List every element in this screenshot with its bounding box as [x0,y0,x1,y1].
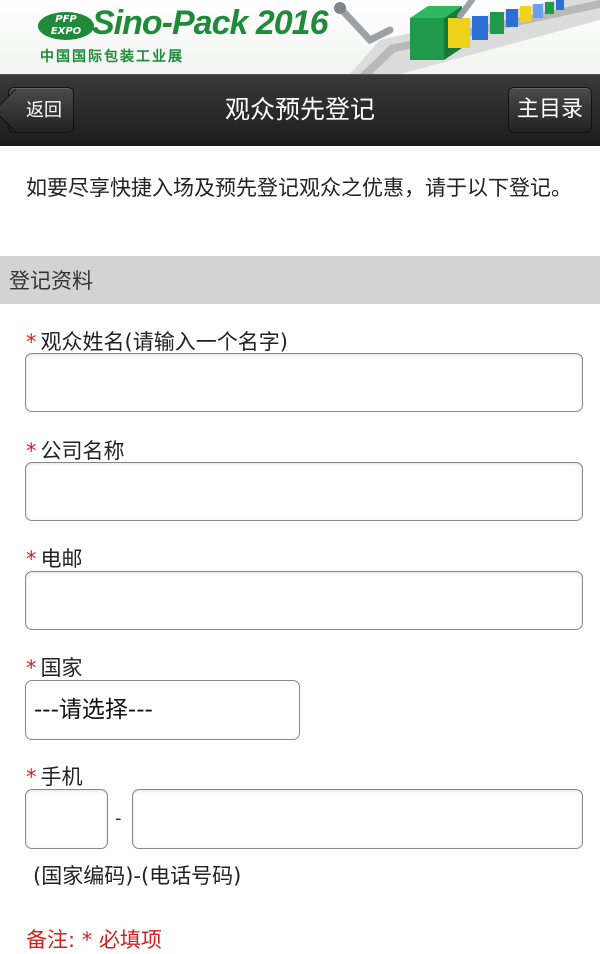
company-label: * 公司名称 [26,435,125,465]
country-select[interactable]: ---请选择--- [25,680,300,740]
packaging-machine-illustration [334,0,600,74]
mobile-label-text: 手机 [40,765,83,789]
company-input[interactable] [25,462,583,521]
required-marker: * [26,330,37,354]
name-label: * 观众姓名(请输入一个名字) [26,326,288,356]
mobile-label: * 手机 [26,761,83,791]
country-code-input[interactable] [25,789,108,849]
exhibition-banner: PFP EXPO Sino-Pack 2016 中国国际包装工业展 [0,0,600,74]
email-input[interactable] [25,571,583,630]
banner-subtitle: 中国国际包装工业展 [40,49,184,65]
badge-line2: EXPO [50,26,82,37]
banner-title: Sino-Pack 2016 [92,4,328,42]
required-marker: * [26,765,37,789]
pfp-expo-logo: PFP EXPO [38,12,94,40]
name-input[interactable] [25,353,583,412]
phone-separator: - [115,808,122,829]
required-marker: * [26,547,37,571]
required-marker: * [26,439,37,463]
phone-format-hint: (国家编码)-(电话号码) [33,864,242,888]
required-marker: * [26,656,37,680]
nav-header: 观众预先登记 返回 主目录 [0,74,600,146]
name-label-text: 观众姓名(请输入一个名字) [40,330,288,354]
company-label-text: 公司名称 [40,439,125,463]
country-label-text: 国家 [40,656,83,680]
country-label: * 国家 [26,652,83,682]
section-header: 登记资料 [0,256,600,304]
badge-line1: PFP [55,14,77,25]
phone-number-input[interactable] [132,789,583,849]
email-label-text: 电邮 [40,547,83,571]
home-menu-button[interactable]: 主目录 [508,87,592,133]
email-label: * 电邮 [26,543,83,573]
back-button[interactable]: 返回 [8,87,74,133]
required-note: 备注: * 必填项 [26,928,162,952]
intro-text: 如要尽享快捷入场及预先登记观众之优惠，请于以下登记。 [26,176,572,200]
